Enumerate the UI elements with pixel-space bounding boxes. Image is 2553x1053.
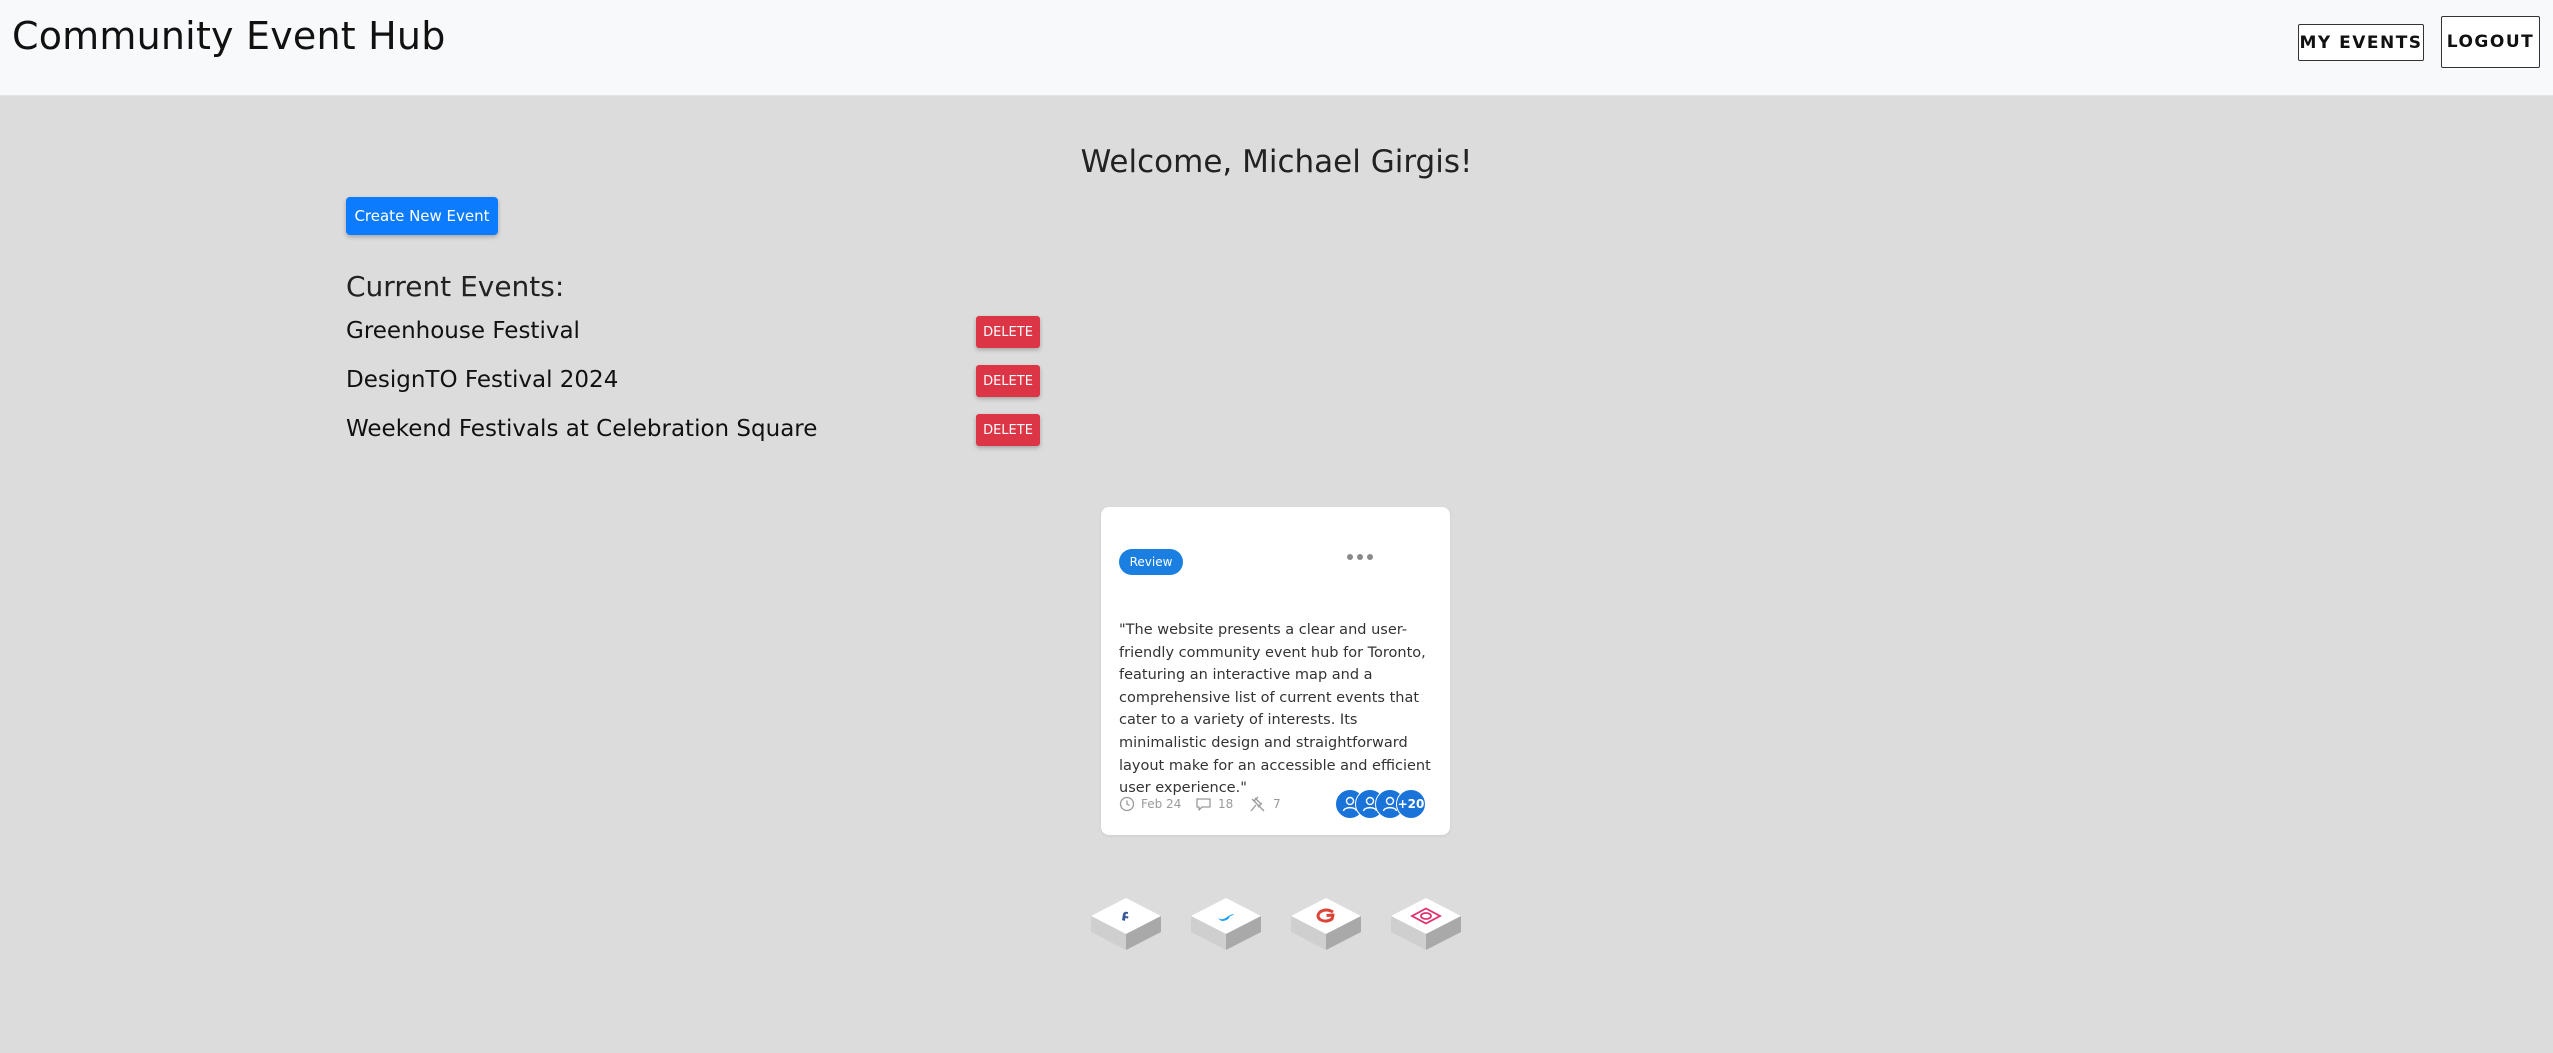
review-badge: Review <box>1119 549 1183 575</box>
facebook-button[interactable] <box>1089 892 1163 956</box>
event-row: Greenhouse Festival DELETE <box>346 316 1040 350</box>
event-name[interactable]: Weekend Festivals at Celebration Square <box>346 416 817 442</box>
review-date: Feb 24 <box>1119 794 1181 814</box>
more-participants-badge: +20 <box>1396 789 1426 819</box>
clock-icon <box>1119 796 1135 812</box>
instagram-button[interactable] <box>1389 892 1463 956</box>
logout-button[interactable]: LOGOUT <box>2441 16 2540 68</box>
review-comments[interactable]: 18 <box>1195 794 1233 814</box>
review-card: Review "The website presents a clear and… <box>1101 507 1450 835</box>
create-new-event-button[interactable]: Create New Event <box>346 197 498 235</box>
more-options-icon[interactable] <box>1347 549 1373 565</box>
review-pins[interactable]: 7 <box>1249 794 1281 814</box>
event-row: DesignTO Festival 2024 DELETE <box>346 365 1040 399</box>
event-row: Weekend Festivals at Celebration Square … <box>346 414 1040 448</box>
pin-count: 7 <box>1273 797 1281 811</box>
delete-event-button[interactable]: DELETE <box>976 414 1040 446</box>
comment-count: 18 <box>1218 797 1234 811</box>
date-text: Feb 24 <box>1141 797 1182 811</box>
delete-event-button[interactable]: DELETE <box>976 365 1040 397</box>
twitter-button[interactable] <box>1189 892 1263 956</box>
participant-avatars[interactable]: +20 <box>1335 789 1431 819</box>
pin-icon <box>1250 796 1265 811</box>
top-navbar: Community Event Hub MY EVENTS LOGOUT <box>0 0 2553 96</box>
review-text: "The website presents a clear and user-f… <box>1119 622 1431 797</box>
current-events-heading: Current Events: <box>346 270 565 303</box>
event-name[interactable]: Greenhouse Festival <box>346 318 580 344</box>
welcome-heading: Welcome, Michael Girgis! <box>1080 144 1473 180</box>
google-button[interactable] <box>1289 892 1363 956</box>
event-name[interactable]: DesignTO Festival 2024 <box>346 367 618 393</box>
my-events-button[interactable]: MY EVENTS <box>2298 24 2424 61</box>
comment-icon <box>1196 798 1211 811</box>
app-title: Community Event Hub <box>12 14 446 58</box>
delete-event-button[interactable]: DELETE <box>976 316 1040 348</box>
